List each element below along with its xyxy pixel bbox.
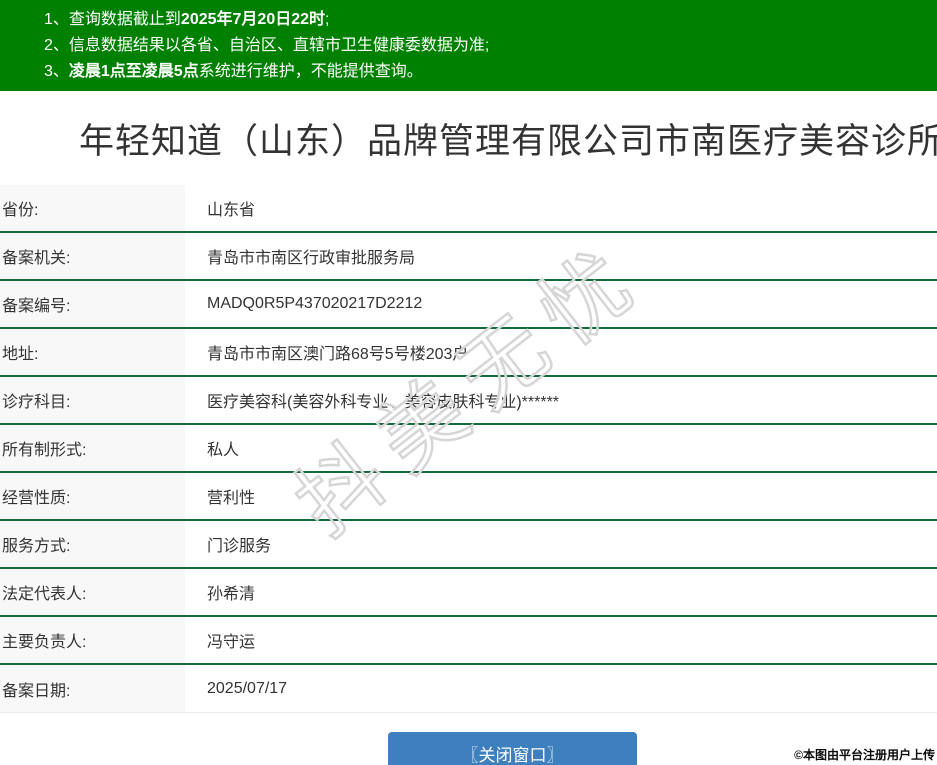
title-section: 年轻知道（山东）品牌管理有限公司市南医疗美容诊所 [0,91,937,185]
row-value: 营利性 [207,490,256,507]
table-row: 省份: 山东省 [0,185,937,233]
row-value: 门诊服务 [207,538,272,555]
table-row: 地址: 青岛市市南区澳门路68号5号楼203户 [0,329,937,377]
row-label: 主要负责人: [0,617,185,663]
notice-bold-text: 2025年7月20日22时 [180,11,326,28]
row-label: 所有制形式: [0,425,185,471]
row-label: 备案机关: [0,233,185,279]
table-row: 法定代表人: 孙希清 [0,569,937,617]
notice-text: 系统进行维护，不能提供查询。 [198,63,423,80]
row-label: 服务方式: [0,521,185,567]
row-label: 地址: [0,329,185,375]
row-label: 诊疗科目: [0,377,185,423]
table-row: 服务方式: 门诊服务 [0,521,937,569]
table-row: 所有制形式: 私人 [0,425,937,473]
notice-line: 2、信息数据结果以各省、自治区、直辖市卫生健康委数据为准; [44,33,927,59]
close-window-button[interactable]: 〖关闭窗口〗 [388,732,637,765]
notice-bold-text: 凌晨1点至凌晨5点 [68,63,199,80]
row-value: 青岛市市南区澳门路68号5号楼203户 [207,346,469,363]
page-title: 年轻知道（山东）品牌管理有限公司市南医疗美容诊所 [79,121,937,161]
notice-number: 2、 [44,37,69,54]
row-value: 冯守运 [207,634,256,651]
row-value: 孙希清 [207,586,256,603]
row-value: MADQ0R5P437020217D2212 [207,295,423,312]
info-table: 省份: 山东省 备案机关: 青岛市市南区行政审批服务局 备案编号: MADQ0R… [0,185,937,713]
table-row: 备案日期: 2025/07/17 [0,665,937,713]
notice-text: 查询数据截止到 [68,11,181,28]
notice-number: 3、 [44,63,69,80]
row-label: 法定代表人: [0,569,185,615]
table-row: 主要负责人: 冯守运 [0,617,937,665]
table-row: 经营性质: 营利性 [0,473,937,521]
copyright-note: ©本图由平台注册用户上传 [794,748,935,762]
row-label: 省份: [0,185,185,231]
row-label: 备案日期: [0,665,185,712]
notice-text: ; [325,11,330,28]
row-value: 私人 [207,442,240,459]
table-row: 备案机关: 青岛市市南区行政审批服务局 [0,233,937,281]
table-row: 备案编号: MADQ0R5P437020217D2212 [0,281,937,329]
row-value: 青岛市市南区行政审批服务局 [207,250,416,267]
table-row: 诊疗科目: 医疗美容科(美容外科专业、美容皮肤科专业)****** [0,377,937,425]
row-value: 2025/07/17 [207,679,288,697]
notice-text: 信息数据结果以各省、自治区、直辖市卫生健康委数据为准; [68,37,490,54]
row-value: 医疗美容科(美容外科专业、美容皮肤科专业)****** [207,394,560,411]
notice-line: 3、凌晨1点至凌晨5点系统进行维护，不能提供查询。 [44,59,927,85]
notice-line: 1、查询数据截止到2025年7月20日22时; [44,7,927,33]
row-label: 经营性质: [0,473,185,519]
row-label: 备案编号: [0,281,185,327]
notice-banner: 1、查询数据截止到2025年7月20日22时; 2、信息数据结果以各省、自治区、… [0,0,937,91]
row-value: 山东省 [207,202,256,219]
notice-number: 1、 [44,11,69,28]
